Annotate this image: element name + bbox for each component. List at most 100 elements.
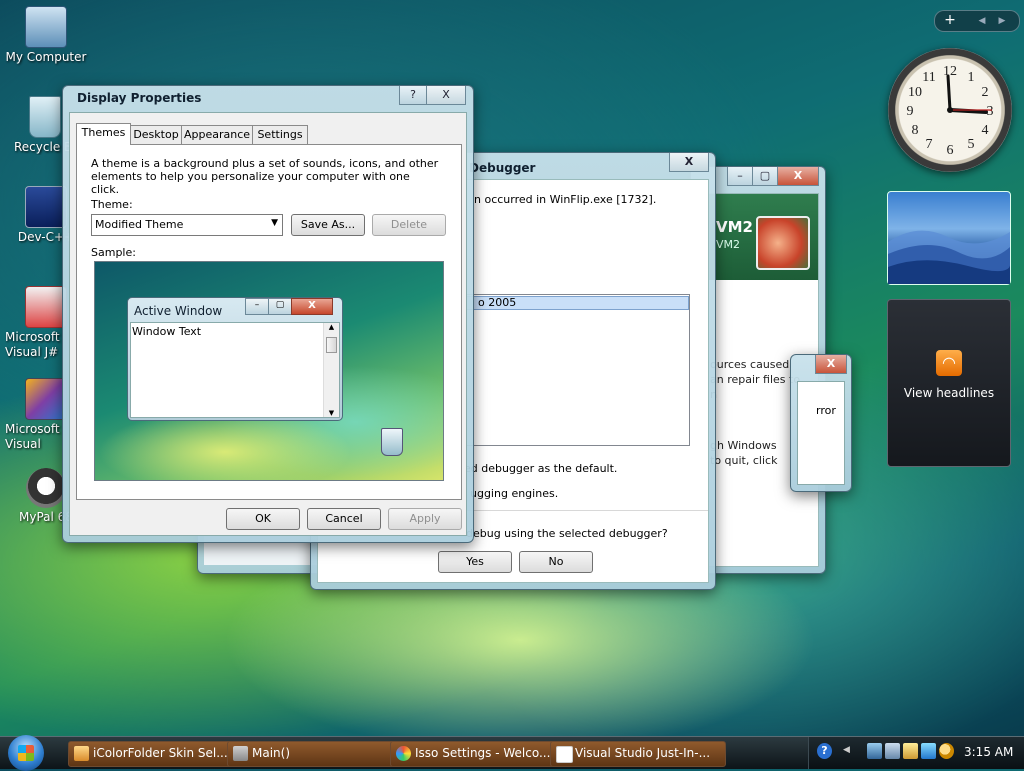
svg-text:7: 7 xyxy=(926,137,933,152)
network-tray-icon[interactable] xyxy=(867,743,882,759)
svg-text:2: 2 xyxy=(982,85,989,100)
vm2-close-button[interactable]: X xyxy=(777,167,819,186)
tab-themes[interactable]: Themes xyxy=(76,123,131,145)
debugger-list-item[interactable]: o 2005 xyxy=(449,296,689,310)
windows-logo-icon xyxy=(18,745,34,761)
folder-icon xyxy=(74,746,89,761)
clock-text[interactable]: 3:15 AM xyxy=(964,745,1013,759)
dialog-body: Themes Desktop Appearance Settings A the… xyxy=(69,112,467,536)
scroll-thumb xyxy=(326,337,337,353)
sidebar-controls: + ◀ ▶ xyxy=(934,10,1020,32)
mountains-image xyxy=(888,230,1010,284)
computer-icon xyxy=(25,6,67,48)
tab-settings[interactable]: Settings xyxy=(252,125,308,144)
sample-maximize-icon: ▢ xyxy=(268,298,292,315)
svg-text:1: 1 xyxy=(968,70,975,85)
rss-feed-icon: ◠ xyxy=(936,350,962,376)
apply-button: Apply xyxy=(388,508,462,530)
theme-select[interactable]: Modified Theme ▼ xyxy=(91,214,283,236)
notification-area: ? ◀ 3:15 AM xyxy=(808,737,1024,769)
chevron-icon[interactable]: ◀ xyxy=(843,745,850,755)
svg-text:6: 6 xyxy=(947,143,954,158)
vm2-image-icon xyxy=(756,216,810,270)
tab-desktop[interactable]: Desktop xyxy=(130,125,182,144)
tab-appearance[interactable]: Appearance xyxy=(181,125,253,144)
yes-button[interactable]: Yes xyxy=(438,551,512,573)
view-headlines-link[interactable]: View headlines xyxy=(888,386,1010,400)
vm2-maximize-button[interactable]: ▢ xyxy=(752,167,778,186)
desktop-icon-my-computer[interactable]: My Computer xyxy=(1,6,91,65)
partial-error-text: rror xyxy=(816,404,836,417)
scroll-up-icon: ▲ xyxy=(328,323,335,331)
app-tray-icon[interactable] xyxy=(903,743,918,759)
shield-tray-icon[interactable] xyxy=(921,743,936,759)
tab-page-themes: A theme is a background plus a set of so… xyxy=(76,144,462,500)
sample-window-text: Window Text xyxy=(132,325,202,338)
partial-client: rror xyxy=(797,381,845,485)
help-button[interactable]: ? xyxy=(399,86,427,105)
help-tray-icon[interactable]: ? xyxy=(817,743,832,759)
window-title: Display Properties xyxy=(77,91,202,105)
svg-text:9: 9 xyxy=(907,104,914,119)
svg-text:8: 8 xyxy=(912,123,919,138)
sample-recycle-bin-icon xyxy=(381,428,403,456)
isso-icon xyxy=(396,746,411,761)
add-gadget-button[interactable]: + xyxy=(941,12,959,30)
volume-tray-icon[interactable] xyxy=(885,743,900,759)
taskbar-item-isso-settings[interactable]: Isso Settings - Welco... xyxy=(390,741,568,767)
sample-window-client: Window Text ▲ ▼ xyxy=(130,322,340,418)
partial-close-button[interactable]: X xyxy=(815,355,847,374)
no-button[interactable]: No xyxy=(519,551,593,573)
sample-window-title: Active Window xyxy=(134,304,223,318)
application-icon xyxy=(233,746,248,761)
debugger-error-text: n occurred in WinFlip.exe [1732]. xyxy=(474,193,657,206)
feed-headlines-gadget[interactable]: ◠ View headlines xyxy=(887,299,1011,467)
scroll-down-icon: ▼ xyxy=(328,409,335,417)
next-icon[interactable]: ▶ xyxy=(995,12,1009,30)
svg-text:4: 4 xyxy=(982,123,989,138)
chevron-down-icon: ▼ xyxy=(271,218,278,228)
visual-jsharp-icon xyxy=(25,286,67,328)
start-button[interactable] xyxy=(8,735,44,771)
raccoon-icon xyxy=(26,468,66,508)
sample-preview: Active Window – ▢ X Window Text ▲ ▼ xyxy=(94,261,444,481)
vm2-title: VM2 xyxy=(716,218,753,236)
sample-scrollbar: ▲ ▼ xyxy=(323,323,339,417)
previous-icon[interactable]: ◀ xyxy=(975,12,989,30)
taskbar: iColorFolder Skin Sel... Main() Isso Set… xyxy=(0,735,1024,771)
search-tray-icon[interactable] xyxy=(939,743,954,759)
taskbar-item-icolorfolder[interactable]: iColorFolder Skin Sel... xyxy=(68,741,244,767)
delete-button: Delete xyxy=(372,214,446,236)
vm2-minimize-button[interactable]: – xyxy=(727,167,753,186)
debugger-engines-text: ugging engines. xyxy=(470,487,559,500)
debugger-default-text: ed debugger as the default. xyxy=(464,462,618,475)
theme-description: A theme is a background plus a set of so… xyxy=(91,157,439,196)
vm2-subtitle: VM2 xyxy=(716,238,741,251)
display-properties-window: Display Properties ? X Themes Desktop Ap… xyxy=(62,85,474,543)
sample-minimize-icon: – xyxy=(245,298,269,315)
taskbar-item-main[interactable]: Main() xyxy=(227,741,407,767)
sample-close-icon: X xyxy=(291,298,333,315)
ok-button[interactable]: OK xyxy=(226,508,300,530)
sample-active-window: Active Window – ▢ X Window Text ▲ ▼ xyxy=(127,297,343,421)
theme-label: Theme: xyxy=(91,198,133,211)
svg-text:10: 10 xyxy=(908,85,922,100)
window-icon xyxy=(556,746,573,763)
theme-select-value: Modified Theme xyxy=(95,218,184,231)
svg-text:5: 5 xyxy=(968,137,975,152)
close-button[interactable]: X xyxy=(426,86,466,105)
debugger-list[interactable]: o 2005 xyxy=(448,294,690,446)
debugger-title: Debugger xyxy=(469,161,536,175)
save-as-button[interactable]: Save As... xyxy=(291,214,365,236)
clock-gadget[interactable]: 12 1 2 345 678 9 10 11 xyxy=(888,48,1012,172)
taskbar-item-visual-studio-jit[interactable]: Visual Studio Just-In-... xyxy=(550,741,726,767)
debugger-question: debug using the selected debugger? xyxy=(466,527,668,540)
vm2-text-5: to quit, click xyxy=(710,454,778,467)
slideshow-gadget[interactable] xyxy=(887,191,1011,285)
visual-studio-icon xyxy=(25,378,67,420)
partial-error-window: X rror xyxy=(790,354,852,492)
recycle-bin-icon xyxy=(29,96,61,138)
sample-label: Sample: xyxy=(91,246,136,259)
debugger-close-button[interactable]: X xyxy=(669,153,709,172)
cancel-button[interactable]: Cancel xyxy=(307,508,381,530)
